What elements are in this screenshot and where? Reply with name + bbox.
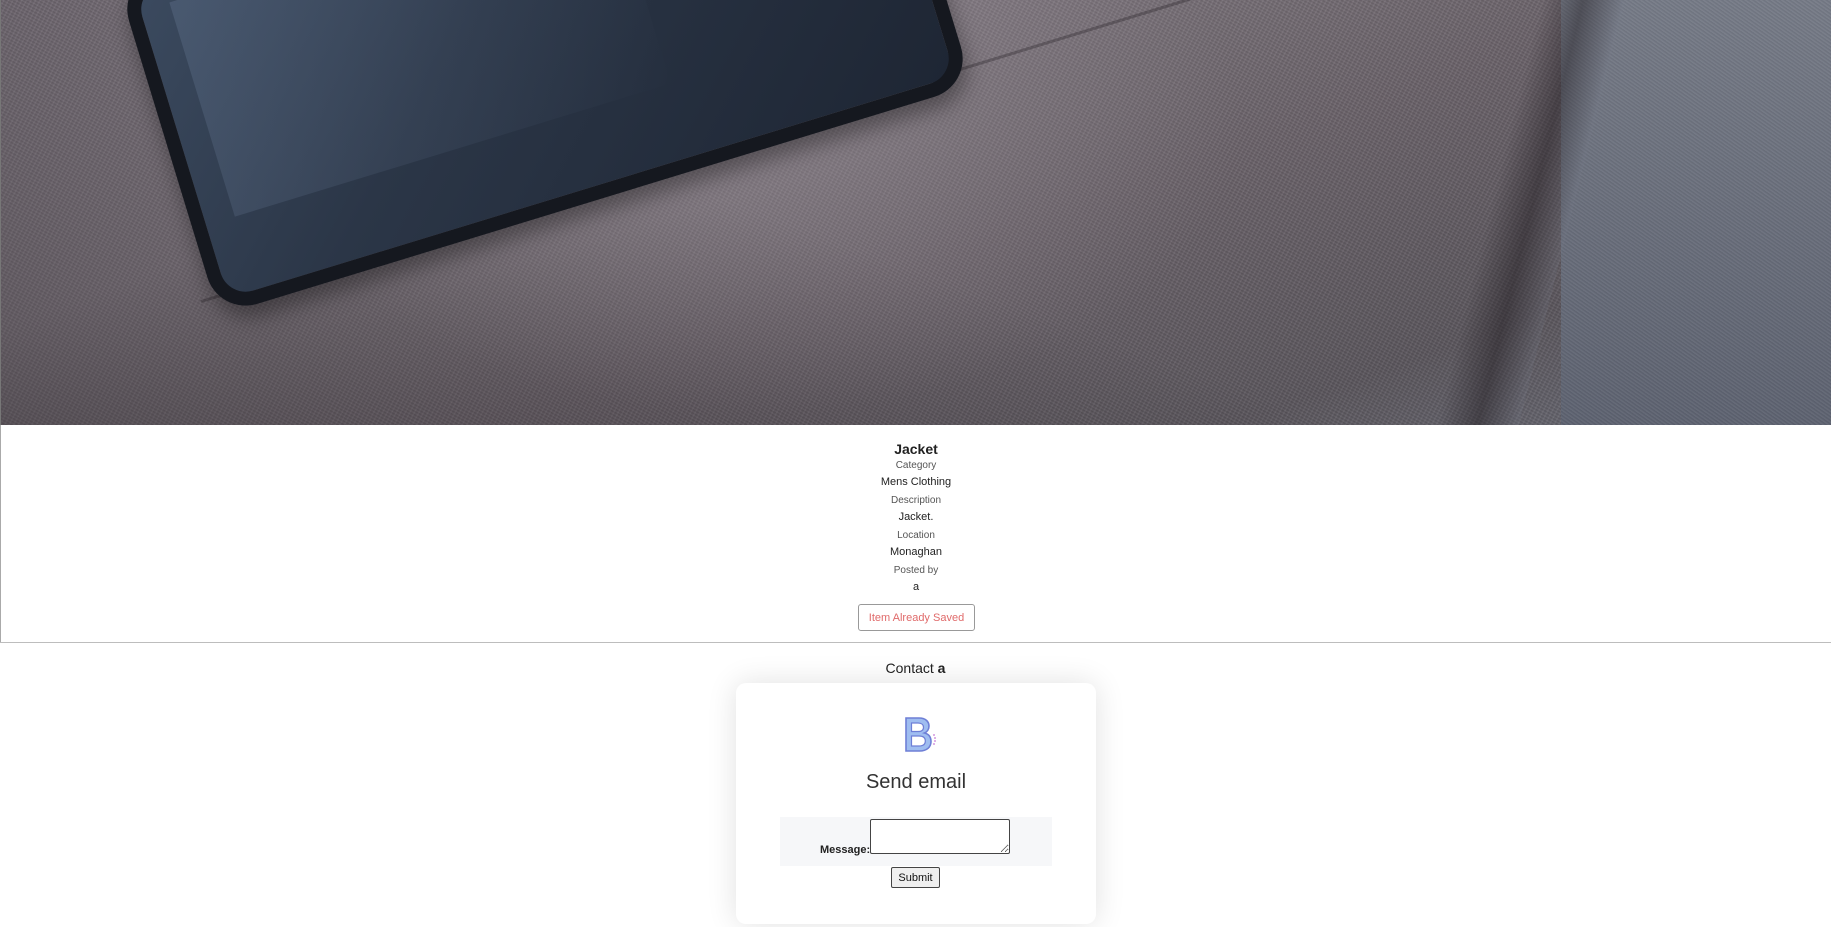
description-value: Jacket. [898,511,934,523]
category-value: Mens Clothing [880,476,952,488]
send-email-card: Send email Message: Submit [736,683,1096,924]
hero-image [0,0,1831,425]
item-details: Jacket Category Mens Clothing Descriptio… [0,425,1831,643]
submit-button[interactable]: Submit [891,867,940,888]
message-form-row: Message: [780,817,1052,866]
item-title: Jacket [894,441,938,457]
contact-heading-prefix: Contact [885,660,934,676]
item-already-saved-button[interactable]: Item Already Saved [858,604,975,631]
posted-by-value: a [912,581,920,593]
contact-heading: Contact a [0,660,1831,676]
section-divider [0,642,1831,643]
bootstrap-logo-icon [900,715,940,755]
category-label: Category [895,460,937,471]
card-title: Send email [865,771,967,793]
description-label: Description [890,495,942,506]
contact-heading-name: a [937,660,946,676]
message-textarea[interactable] [870,819,1010,854]
location-value: Monaghan [890,546,942,558]
page: Jacket Category Mens Clothing Descriptio… [0,0,1831,927]
posted-by-label: Posted by [893,565,939,576]
message-label: Message: [820,844,871,856]
location-label: Location [897,530,935,541]
